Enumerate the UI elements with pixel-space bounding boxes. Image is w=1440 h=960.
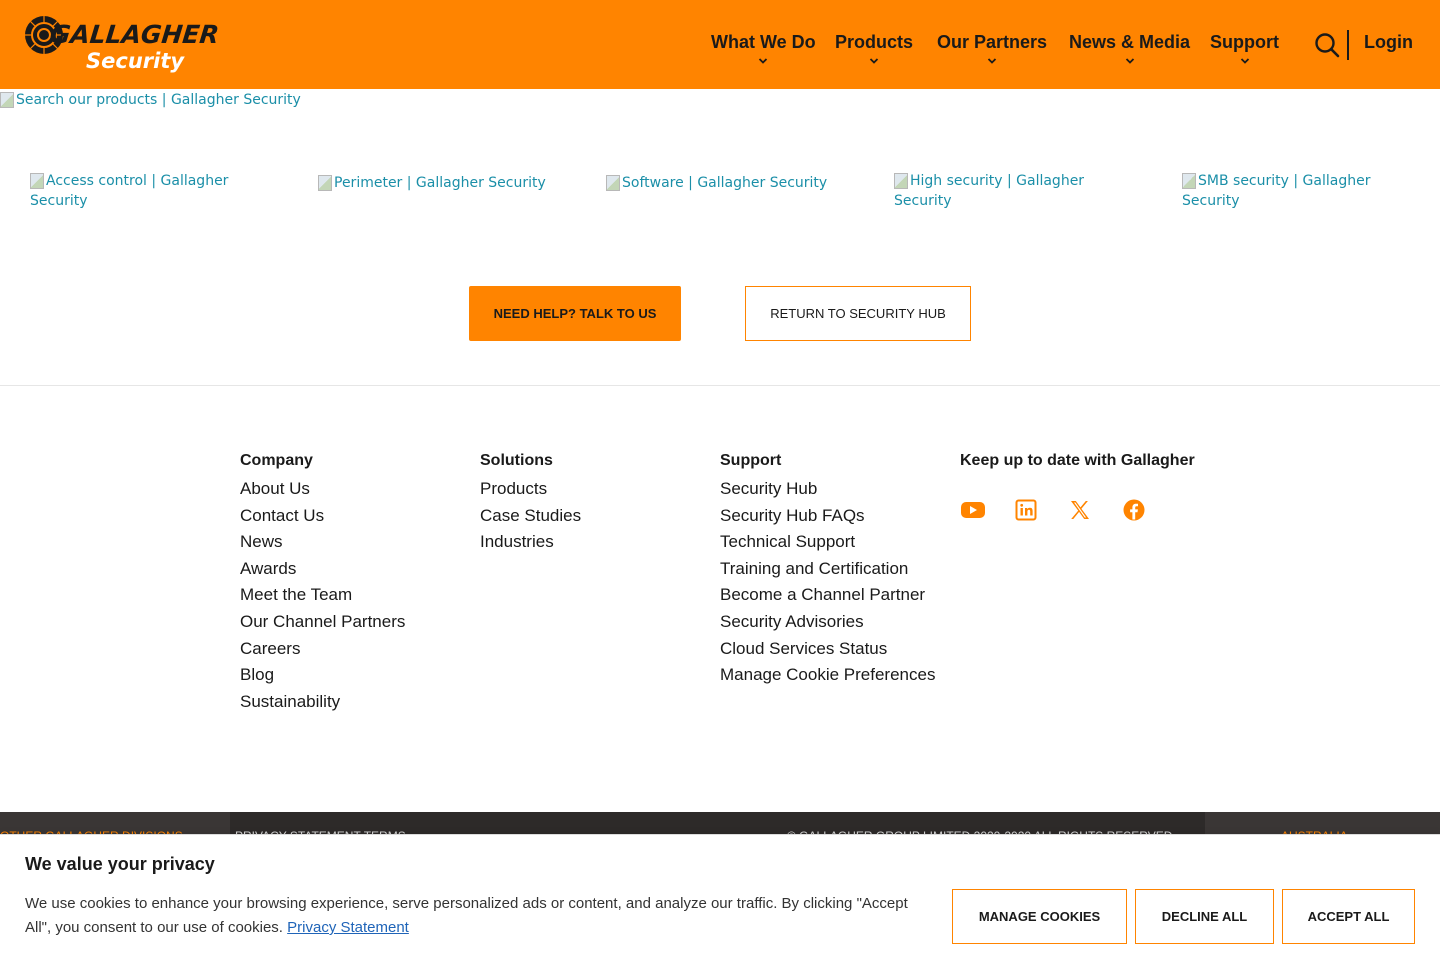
footer-link-security-hub-faqs[interactable]: Security Hub FAQs [720,503,935,530]
footer-heading-keep-up: Keep up to date with Gallagher [960,452,1195,469]
footer-newsletter-column: Keep up to date with Gallagher [960,450,1195,476]
chevron-down-icon [987,58,997,64]
chevron-down-icon [759,58,768,64]
nav-what-we-do[interactable]: What We Do [711,32,816,65]
footer-company-column: Company About Us Contact Us News Awards … [240,450,405,715]
footer-link-meet-the-team[interactable]: Meet the Team [240,582,405,609]
footer-link-training[interactable]: Training and Certification [720,556,935,583]
footer-link-sustainability[interactable]: Sustainability [240,689,405,716]
cookie-consent-banner: We value your privacy We use cookies to … [0,834,1440,960]
footer-link-cloud-status[interactable]: Cloud Services Status [720,636,935,663]
login-link[interactable]: Login [1364,32,1413,53]
manage-cookies-button[interactable]: MANAGE COOKIES [952,889,1127,944]
nav-label: Products [835,32,914,52]
footer-link-cookie-preferences[interactable]: Manage Cookie Preferences [720,662,935,689]
category-access-control[interactable]: Access control | Gallagher Security [30,171,250,211]
need-help-button[interactable]: NEED HELP? TALK TO US [469,286,681,341]
nav-support[interactable]: Support [1210,32,1279,65]
footer-heading-support: Support [720,452,782,469]
broken-image-icon [318,175,332,191]
cookie-title: We value your privacy [25,854,215,874]
image-alt-text: Search our products | Gallagher Security [16,92,301,108]
footer-link-careers[interactable]: Careers [240,636,405,663]
logo-subtitle: Security [86,49,185,73]
logo-trademark: ™ [172,39,178,46]
facebook-icon[interactable] [1122,498,1146,522]
nav-products[interactable]: Products [835,32,913,65]
footer-link-blog[interactable]: Blog [240,662,405,689]
section-divider [0,385,1440,386]
category-perimeter[interactable]: Perimeter | Gallagher Security [318,173,558,193]
privacy-statement-link[interactable]: Privacy Statement [287,919,409,936]
cookie-description: We use cookies to enhance your browsing … [25,895,908,936]
image-alt-text: High security | Gallagher Security [894,173,1085,209]
footer-link-channel-partners[interactable]: Our Channel Partners [240,609,405,636]
footer-link-awards[interactable]: Awards [240,556,405,583]
category-software[interactable]: Software | Gallagher Security [606,173,846,193]
footer-link-security-hub[interactable]: Security Hub [720,476,935,503]
category-smb-security[interactable]: SMB security | Gallagher Security [1182,171,1402,211]
footer-link-technical-support[interactable]: Technical Support [720,529,935,556]
image-alt-text: Access control | Gallagher Security [30,173,229,209]
footer-link-security-advisories[interactable]: Security Advisories [720,609,935,636]
search-products-banner[interactable]: Search our products | Gallagher Security [0,90,301,110]
social-links [960,498,1146,522]
logo-wordmark: GALLAGHER [48,20,221,49]
broken-image-icon [606,175,620,191]
image-alt-text: SMB security | Gallagher Security [1182,173,1371,209]
footer-heading-company: Company [240,452,313,469]
footer-heading-solutions: Solutions [480,452,553,469]
broken-image-icon [1182,173,1196,189]
linkedin-icon[interactable] [1014,498,1038,522]
nav-label: News & Media [1069,32,1191,52]
x-icon[interactable] [1068,498,1092,522]
footer-link-contact-us[interactable]: Contact Us [240,503,405,530]
category-high-security[interactable]: High security | Gallagher Security [894,171,1114,211]
decline-all-button[interactable]: DECLINE ALL [1135,889,1274,944]
accept-all-button[interactable]: ACCEPT ALL [1282,889,1415,944]
footer-link-become-partner[interactable]: Become a Channel Partner [720,582,935,609]
image-alt-text: Software | Gallagher Security [622,175,828,191]
search-icon[interactable] [1314,32,1340,58]
footer-link-news[interactable]: News [240,529,405,556]
footer-link-about-us[interactable]: About Us [240,476,405,503]
header-divider [1347,30,1349,60]
footer-support-column: Support Security Hub Security Hub FAQs T… [720,450,935,689]
broken-image-icon [0,92,14,108]
nav-news-media[interactable]: News & Media [1069,32,1190,65]
footer-link-case-studies[interactable]: Case Studies [480,503,581,530]
gallagher-logo[interactable]: GALLAGHER ™ Security [22,12,220,76]
chevron-down-icon [869,58,879,64]
footer-link-products[interactable]: Products [480,476,581,503]
nav-label: What We Do [711,32,816,52]
site-header: GALLAGHER ™ Security What We Do Products… [0,0,1440,89]
broken-image-icon [30,173,44,189]
chevron-down-icon [1125,58,1134,64]
return-to-security-hub-button[interactable]: RETURN TO SECURITY HUB [745,286,971,341]
footer-link-industries[interactable]: Industries [480,529,581,556]
footer-solutions-column: Solutions Products Case Studies Industri… [480,450,581,556]
image-alt-text: Perimeter | Gallagher Security [334,175,546,191]
nav-label: Support [1210,32,1279,52]
youtube-icon[interactable] [960,498,985,522]
broken-image-icon [894,173,908,189]
nav-label: Our Partners [937,32,1048,52]
chevron-down-icon [1240,58,1249,64]
nav-our-partners[interactable]: Our Partners [937,32,1047,65]
